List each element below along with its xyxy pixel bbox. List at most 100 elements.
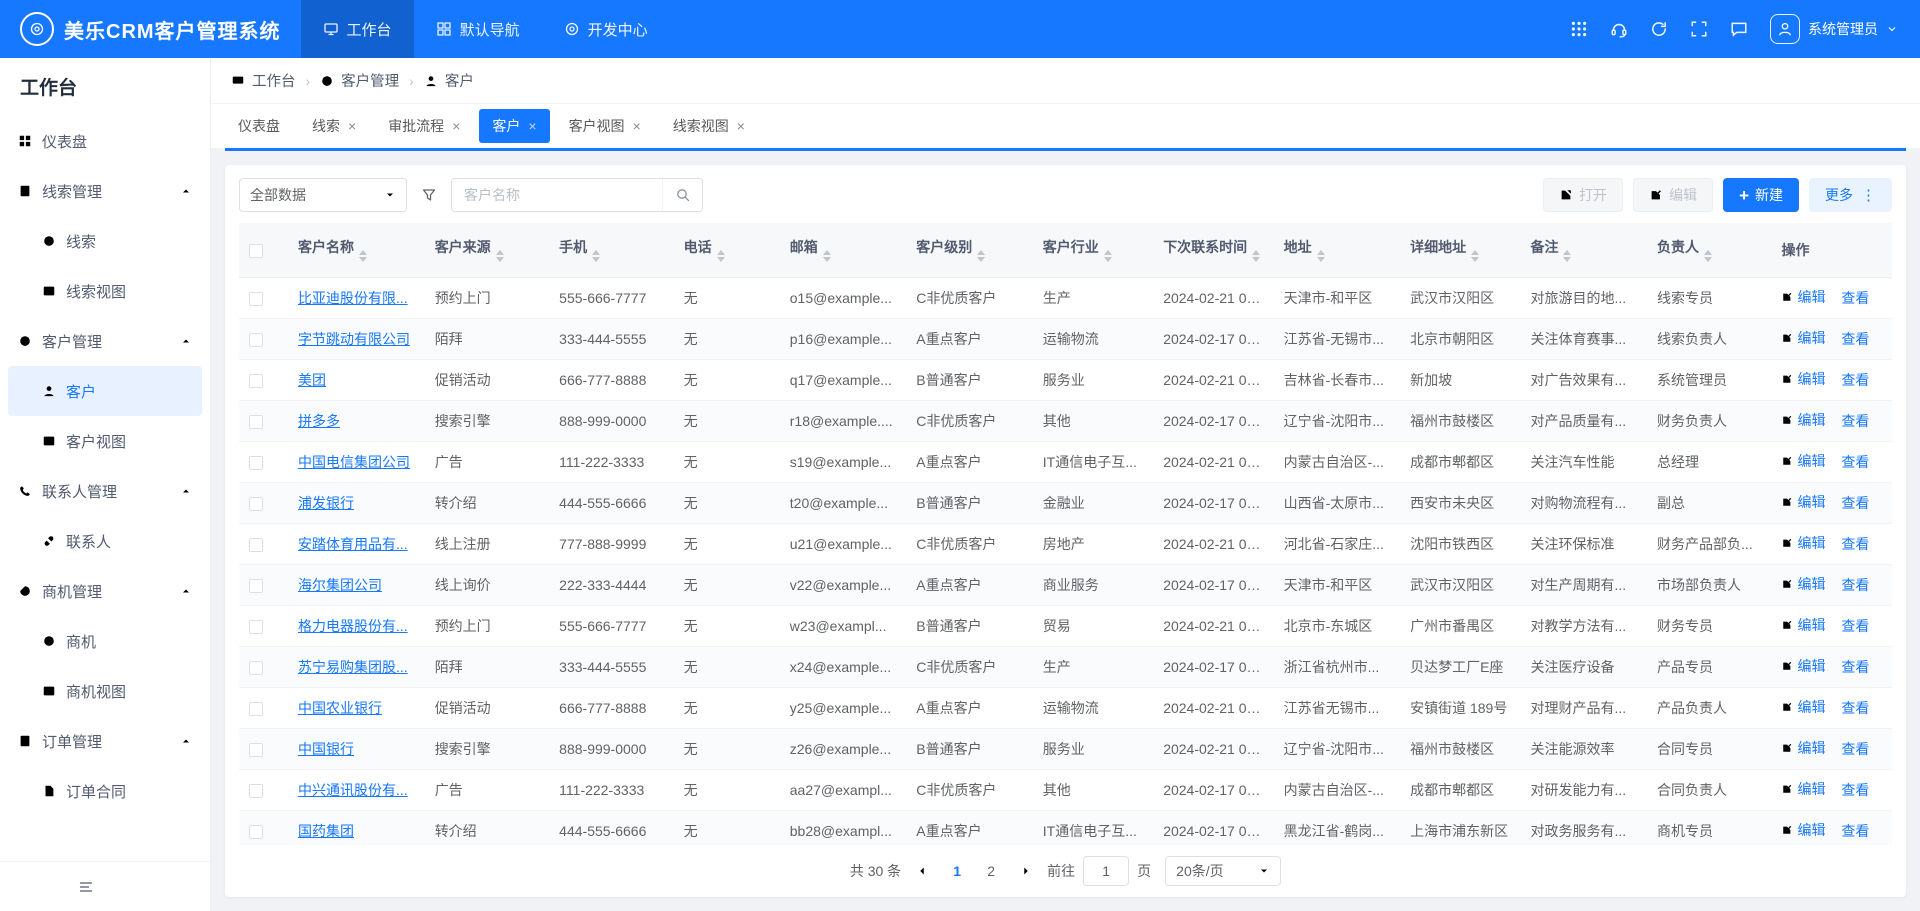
row-checkbox[interactable]: [249, 538, 263, 552]
customer-name-link[interactable]: 拼多多: [298, 413, 340, 429]
sidebar-group-customer-management[interactable]: 客户管理: [0, 316, 210, 366]
sidebar-group-lead-management[interactable]: 线索管理: [0, 166, 210, 216]
row-edit-link[interactable]: 编辑: [1781, 287, 1825, 307]
row-view-link[interactable]: 查看: [1841, 616, 1869, 636]
row-edit-link[interactable]: 编辑: [1781, 451, 1825, 471]
page-number-1[interactable]: 1: [943, 857, 971, 885]
page-size-select[interactable]: 20条/页: [1165, 856, 1281, 886]
tab-customer-view[interactable]: 客户视图 ×: [556, 109, 654, 143]
row-checkbox[interactable]: [249, 333, 263, 347]
col-customer-source[interactable]: 客户来源: [425, 223, 549, 277]
row-view-link[interactable]: 查看: [1841, 370, 1869, 390]
customer-name-link[interactable]: 字节跳动有限公司: [298, 331, 410, 347]
filter-icon[interactable]: [421, 187, 437, 203]
row-edit-link[interactable]: 编辑: [1781, 369, 1825, 389]
sidebar-item-opportunities[interactable]: 商机: [0, 616, 210, 666]
sort-icon[interactable]: [823, 250, 831, 262]
customer-name-link[interactable]: 中国银行: [298, 741, 354, 757]
fullscreen-icon[interactable]: [1690, 20, 1708, 38]
col-customer-industry[interactable]: 客户行业: [1033, 223, 1153, 277]
row-view-link[interactable]: 查看: [1841, 780, 1869, 800]
service-icon[interactable]: [1610, 20, 1628, 38]
row-checkbox[interactable]: [249, 292, 263, 306]
row-checkbox[interactable]: [249, 620, 263, 634]
top-nav-dev-center[interactable]: 开发中心: [542, 0, 670, 58]
row-view-link[interactable]: 查看: [1841, 329, 1869, 349]
top-nav-default[interactable]: 默认导航: [414, 0, 542, 58]
table-row[interactable]: 拼多多 搜索引擎 888-999-0000 无 r18@example.... …: [239, 400, 1892, 441]
row-edit-link[interactable]: 编辑: [1781, 574, 1825, 594]
customer-name-link[interactable]: 国药集团: [298, 823, 354, 839]
table-row[interactable]: 苏宁易购集团股... 陌拜 333-444-5555 无 x24@example…: [239, 646, 1892, 687]
sidebar-item-customers[interactable]: 客户: [8, 366, 202, 416]
select-all-checkbox[interactable]: [249, 244, 263, 258]
sort-icon[interactable]: [1471, 250, 1479, 262]
sort-icon[interactable]: [1704, 250, 1712, 262]
row-edit-link[interactable]: 编辑: [1781, 328, 1825, 348]
user-menu[interactable]: 系统管理员: [1770, 14, 1898, 44]
tab-approval-flow[interactable]: 审批流程 ×: [375, 109, 473, 143]
sidebar-item-customer-view[interactable]: 客户视图: [0, 416, 210, 466]
table-row[interactable]: 比亚迪股份有限... 预约上门 555-666-7777 无 o15@examp…: [239, 277, 1892, 318]
row-edit-link[interactable]: 编辑: [1781, 697, 1825, 717]
close-icon[interactable]: ×: [633, 119, 641, 133]
row-edit-link[interactable]: 编辑: [1781, 656, 1825, 676]
sort-icon[interactable]: [1252, 250, 1260, 262]
close-icon[interactable]: ×: [452, 119, 460, 133]
customer-name-link[interactable]: 格力电器股份有...: [298, 618, 408, 634]
row-edit-link[interactable]: 编辑: [1781, 779, 1825, 799]
row-checkbox[interactable]: [249, 579, 263, 593]
customer-name-link[interactable]: 中兴通讯股份有...: [298, 782, 408, 798]
sort-icon[interactable]: [496, 250, 504, 262]
row-view-link[interactable]: 查看: [1841, 411, 1869, 431]
table-row[interactable]: 浦发银行 转介绍 444-555-6666 无 t20@example... B…: [239, 482, 1892, 523]
open-button[interactable]: 打开: [1543, 178, 1623, 212]
row-edit-link[interactable]: 编辑: [1781, 615, 1825, 635]
row-view-link[interactable]: 查看: [1841, 657, 1869, 677]
customer-name-link[interactable]: 中国电信集团公司: [298, 454, 410, 470]
col-address[interactable]: 地址: [1274, 223, 1401, 277]
row-view-link[interactable]: 查看: [1841, 575, 1869, 595]
close-icon[interactable]: ×: [528, 119, 536, 133]
row-checkbox[interactable]: [249, 374, 263, 388]
row-checkbox[interactable]: [249, 743, 263, 757]
col-phone[interactable]: 电话: [674, 223, 780, 277]
collapse-sidebar-button[interactable]: [78, 879, 94, 895]
row-checkbox[interactable]: [249, 784, 263, 798]
table-row[interactable]: 中国电信集团公司 广告 111-222-3333 无 s19@example..…: [239, 441, 1892, 482]
row-checkbox[interactable]: [249, 456, 263, 470]
sidebar-item-leads[interactable]: 线索: [0, 216, 210, 266]
message-icon[interactable]: [1730, 20, 1748, 38]
breadcrumb-customers[interactable]: 客户: [424, 70, 474, 91]
sidebar-item-contacts[interactable]: 联系人: [0, 516, 210, 566]
sort-icon[interactable]: [1563, 250, 1571, 262]
row-checkbox[interactable]: [249, 497, 263, 511]
sidebar-item-opportunity-view[interactable]: 商机视图: [0, 666, 210, 716]
sort-icon[interactable]: [1317, 250, 1325, 262]
col-email[interactable]: 邮箱: [780, 223, 907, 277]
table-row[interactable]: 美团 促销活动 666-777-8888 无 q17@example... B普…: [239, 359, 1892, 400]
col-next-contact-time[interactable]: 下次联系时间: [1153, 223, 1273, 277]
customer-name-link[interactable]: 海尔集团公司: [298, 577, 382, 593]
sidebar-item-dashboard[interactable]: 仪表盘: [0, 116, 210, 166]
row-edit-link[interactable]: 编辑: [1781, 738, 1825, 758]
row-view-link[interactable]: 查看: [1841, 288, 1869, 308]
sort-icon[interactable]: [1104, 250, 1112, 262]
col-customer-level[interactable]: 客户级别: [906, 223, 1033, 277]
sort-icon[interactable]: [359, 250, 367, 262]
breadcrumb-workbench[interactable]: 工作台: [231, 70, 296, 91]
edit-button[interactable]: 编辑: [1633, 178, 1713, 212]
col-mobile[interactable]: 手机: [549, 223, 673, 277]
row-view-link[interactable]: 查看: [1841, 739, 1869, 759]
customer-name-link[interactable]: 浦发银行: [298, 495, 354, 511]
row-view-link[interactable]: 查看: [1841, 534, 1869, 554]
col-remark[interactable]: 备注: [1520, 223, 1647, 277]
customer-name-link[interactable]: 比亚迪股份有限...: [298, 290, 408, 306]
breadcrumb-customer-management[interactable]: 客户管理: [320, 70, 399, 91]
row-edit-link[interactable]: 编辑: [1781, 820, 1825, 840]
page-number-2[interactable]: 2: [977, 857, 1005, 885]
sidebar-group-order-management[interactable]: 订单管理: [0, 716, 210, 766]
customer-name-link[interactable]: 美团: [298, 372, 326, 388]
goto-page-input[interactable]: [1083, 856, 1129, 886]
tab-leads[interactable]: 线索 ×: [299, 109, 369, 143]
